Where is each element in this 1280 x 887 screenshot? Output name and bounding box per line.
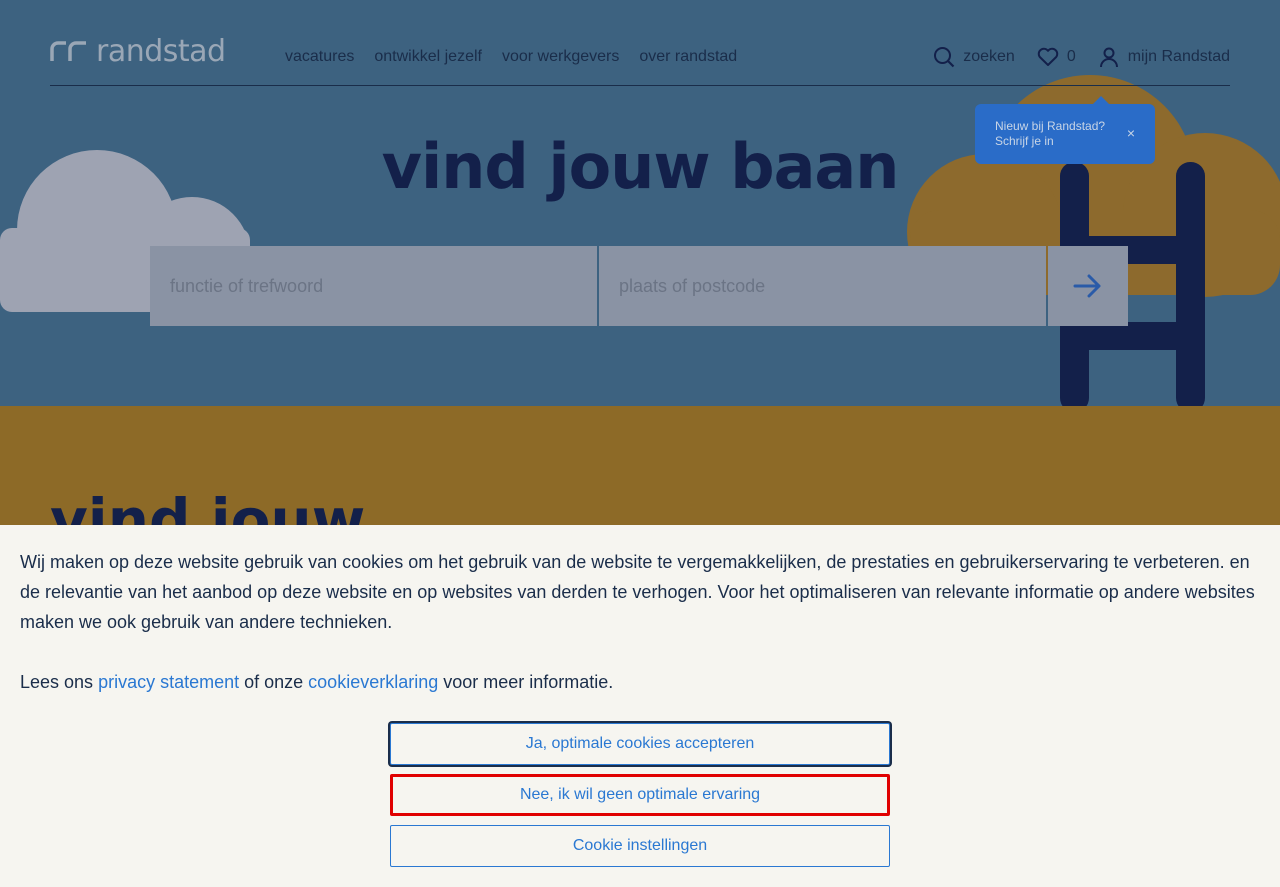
user-icon xyxy=(1099,47,1118,68)
cookie-text: Wij maken op deze website gebruik van co… xyxy=(20,552,1255,632)
cookie-info-prefix: Lees ons xyxy=(20,672,99,692)
cookie-info-middle: of onze xyxy=(239,672,309,692)
cookie-banner: Wij maken op deze website gebruik van co… xyxy=(0,525,1280,887)
account-label: mijn Randstad xyxy=(1127,48,1230,65)
nav-item-voor-werkgevers[interactable]: voor werkgevers xyxy=(502,48,619,66)
site-header: randstad vacatures ontwikkel jezelf voor… xyxy=(50,30,1230,86)
accept-cookies-button[interactable]: Ja, optimale cookies accepteren xyxy=(390,723,890,765)
nav-item-ontwikkel-jezelf[interactable]: ontwikkel jezelf xyxy=(374,48,482,66)
nav-item-vacatures[interactable]: vacatures xyxy=(285,48,354,66)
cookie-settings-button[interactable]: Cookie instellingen xyxy=(390,825,890,867)
section-band: vind jouw xyxy=(0,406,1280,536)
hero-title: vind jouw baan xyxy=(381,130,900,203)
heart-icon xyxy=(1037,47,1059,66)
search-submit-button[interactable] xyxy=(1048,246,1128,326)
hero-section: randstad vacatures ontwikkel jezelf voor… xyxy=(0,0,1280,406)
search-icon xyxy=(934,47,955,68)
search-link-label: zoeken xyxy=(963,48,1015,65)
account-link[interactable]: mijn Randstad xyxy=(1098,46,1230,68)
cookie-info-line: Lees ons privacy statement of onze cooki… xyxy=(20,667,1260,697)
nav-item-over-randstad[interactable]: over randstad xyxy=(639,48,737,66)
location-input[interactable] xyxy=(599,246,1046,326)
job-search-form xyxy=(150,246,1128,326)
cookie-statement-link[interactable]: cookieverklaring xyxy=(308,672,438,692)
favorites-count: 0 xyxy=(1066,48,1076,65)
job-keyword-input[interactable] xyxy=(150,246,597,326)
randstad-logo[interactable]: randstad xyxy=(50,34,226,69)
arrow-right-icon xyxy=(1073,274,1101,298)
randstad-logo-icon xyxy=(50,40,86,61)
main-nav: vacatures ontwikkel jezelf voor werkgeve… xyxy=(285,48,737,66)
favorites-link[interactable]: 0 xyxy=(1037,47,1076,67)
cookie-info-suffix: voor meer informatie. xyxy=(438,672,614,692)
logo-text: randstad xyxy=(96,34,226,69)
utility-nav: zoeken 0 mijn Randstad xyxy=(933,46,1230,68)
decline-cookies-button[interactable]: Nee, ik wil geen optimale ervaring xyxy=(390,774,890,816)
privacy-statement-link[interactable]: privacy statement xyxy=(98,672,239,692)
search-link[interactable]: zoeken xyxy=(933,46,1015,68)
